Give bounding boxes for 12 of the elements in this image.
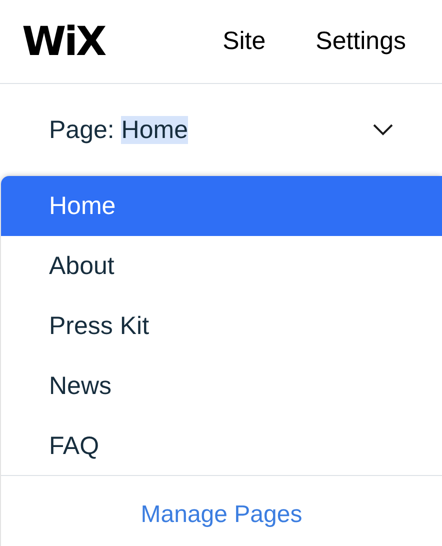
page-item[interactable]: News xyxy=(1,356,442,416)
page-item[interactable]: About xyxy=(1,236,442,296)
page-selector[interactable]: Page: Home xyxy=(0,84,442,176)
logo: WiX xyxy=(22,18,105,64)
nav-link[interactable]: Settings xyxy=(316,27,406,56)
page-item[interactable]: Home xyxy=(1,176,442,236)
nav-link[interactable]: Site xyxy=(222,27,266,56)
page-selector-label: Page: Home xyxy=(49,116,188,144)
page-item[interactable]: Press Kit xyxy=(1,296,442,356)
chevron-down-icon xyxy=(372,123,394,137)
page-item[interactable]: FAQ xyxy=(1,416,442,476)
manage-pages-link[interactable]: Manage Pages xyxy=(140,501,302,529)
